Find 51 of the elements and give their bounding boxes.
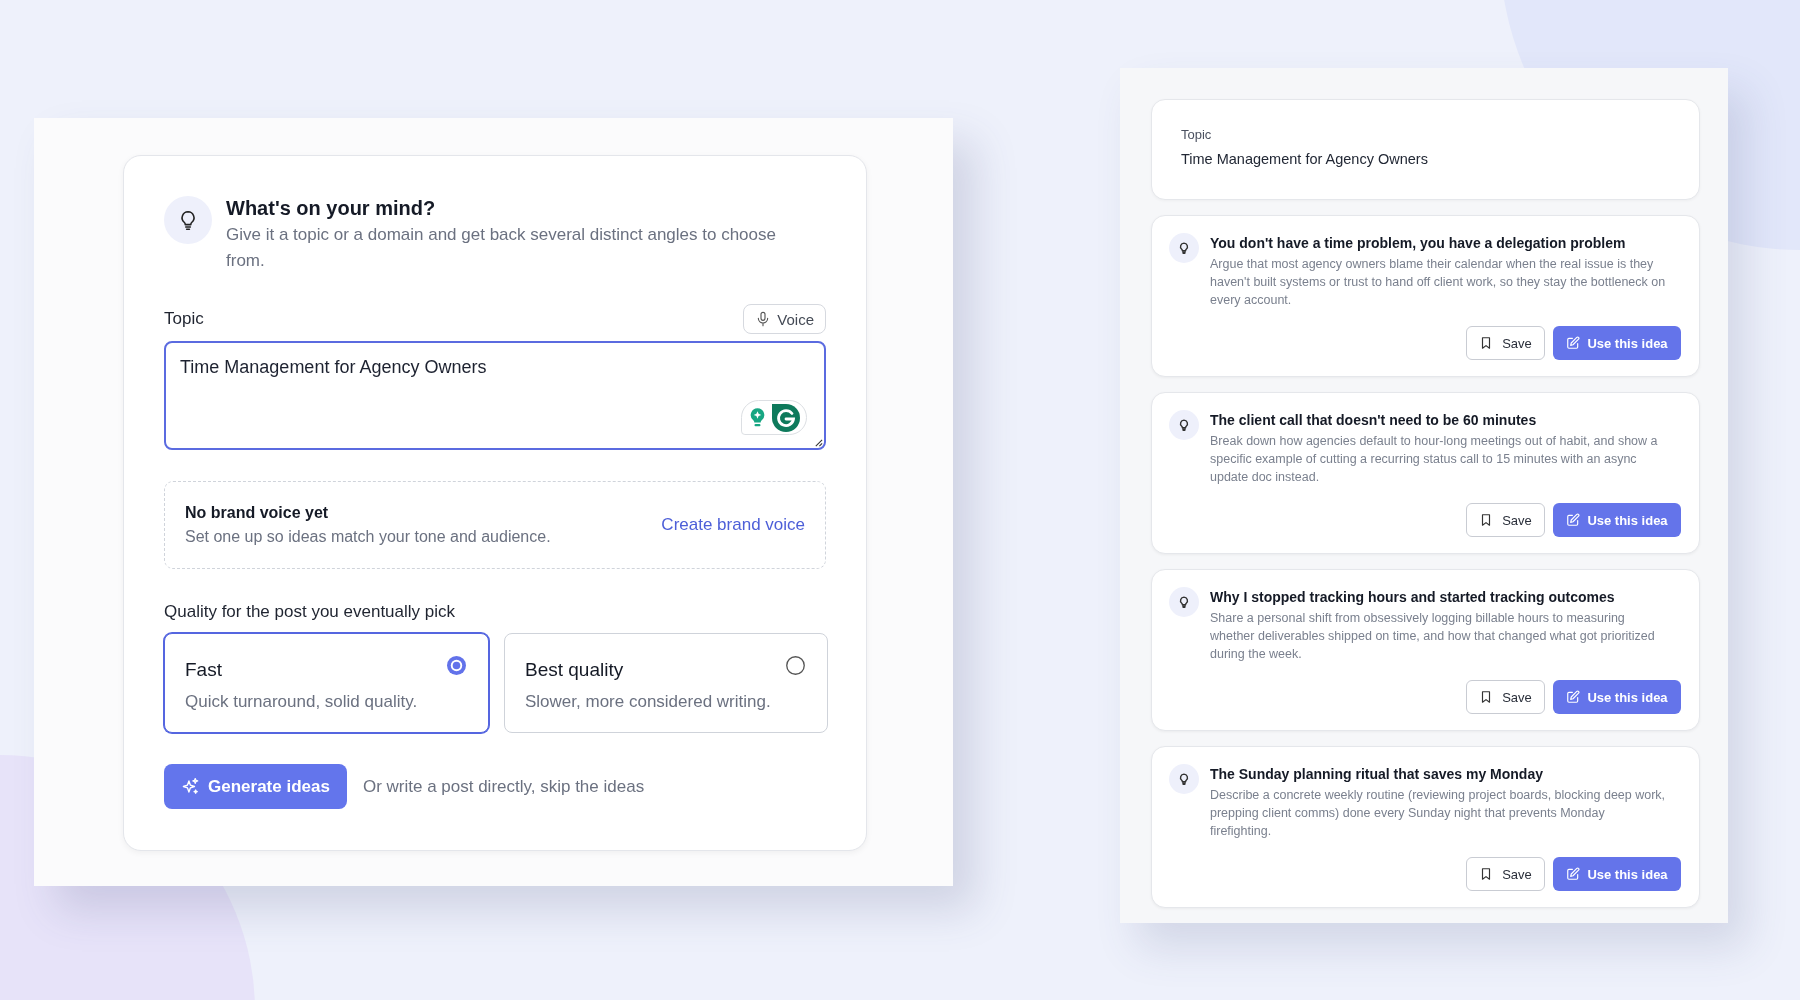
idea-description: Describe a concrete weekly routine (reviewing project boards, blocking deep work, prepping client comms) done every Sunday night that prevents Monday firefighting. <box>1210 787 1667 840</box>
option-description: Quick turnaround, solid quality. <box>185 691 418 713</box>
subtitle: Give it a topic or a domain and get back several distinct angles to choose from. <box>226 224 777 272</box>
use-idea-button[interactable]: Use this idea <box>1553 326 1681 360</box>
bulb-sparkle-icon <box>748 407 766 428</box>
idea-title: The client call that doesn't need to be 60 minutes <box>1210 411 1538 430</box>
idea-title: The Sunday planning ritual that saves my Monday <box>1210 765 1544 784</box>
lightbulb-icon <box>1169 587 1199 617</box>
quality-option[interactable]: Fast Quick turnaround, solid quality. <box>164 633 489 733</box>
quality-option[interactable]: Best quality Slower, more considered writing. <box>504 633 828 733</box>
sparkle-icon <box>181 777 200 796</box>
topic-field[interactable]: Time Management for Agency Owners <box>164 341 826 450</box>
idea-title: You don't have a time problem, you have a delegation problem <box>1210 234 1627 253</box>
generate-ideas-button[interactable]: Generate ideas <box>164 764 347 809</box>
lightbulb-icon <box>1169 233 1199 263</box>
save-button[interactable]: Save <box>1466 680 1545 714</box>
edit-icon <box>1566 690 1581 704</box>
lightbulb-icon <box>1169 410 1199 440</box>
brand-voice-title: No brand voice yet <box>185 503 330 523</box>
idea-description: Share a personal shift from obsessively logging billable hours to measuring whether deliverables shipped on time, and how that changed what got prioritized during the week. <box>1210 610 1656 663</box>
lightbulb-icon <box>164 196 212 244</box>
topic-value: Time Management for Agency Owners <box>1181 150 1429 169</box>
option-title: Fast <box>185 658 223 682</box>
brand-voice-description: Set one up so ideas match your tone and audience. <box>185 527 551 547</box>
option-description: Slower, more considered writing. <box>525 691 771 713</box>
save-button[interactable]: Save <box>1466 326 1545 360</box>
topic-label: Topic <box>1181 126 1213 144</box>
save-button[interactable]: Save <box>1466 503 1545 537</box>
create-brand-voice-link[interactable]: Create brand voice <box>661 515 805 535</box>
quality-label: Quality for the post you eventually pick <box>164 602 457 622</box>
idea-description: Break down how agencies default to hour-long meetings out of habit, and show a specific example of cutting a recurring status call to 15 minutes with an async update doc instead. <box>1210 433 1659 486</box>
topic-label: Topic <box>164 309 204 329</box>
use-idea-button[interactable]: Use this idea <box>1553 680 1681 714</box>
idea-description: Argue that most agency owners blame their calendar when the real issue is they haven't built systems or trust to hand off client work, so they stay the bottleneck on every account. <box>1210 256 1667 309</box>
assistant-widget[interactable] <box>741 400 807 435</box>
edit-icon <box>1566 336 1581 350</box>
edit-icon <box>1566 513 1581 527</box>
radio-icon <box>447 656 466 675</box>
option-title: Best quality <box>525 658 625 682</box>
use-idea-button[interactable]: Use this idea <box>1553 857 1681 891</box>
g-logo-icon <box>771 403 800 432</box>
idea-title: Why I stopped tracking hours and started tracking outcomes <box>1210 588 1616 607</box>
save-button[interactable]: Save <box>1466 857 1545 891</box>
radio-icon <box>786 656 805 675</box>
skip-ideas-text: Or write a post directly, skip the ideas <box>362 776 645 797</box>
edit-icon <box>1566 867 1581 881</box>
resize-handle-icon[interactable] <box>814 438 823 447</box>
heading: What's on your mind? <box>226 196 437 220</box>
voice-button[interactable]: Voice <box>743 304 826 334</box>
lightbulb-icon <box>1169 764 1199 794</box>
use-idea-button[interactable]: Use this idea <box>1553 503 1681 537</box>
